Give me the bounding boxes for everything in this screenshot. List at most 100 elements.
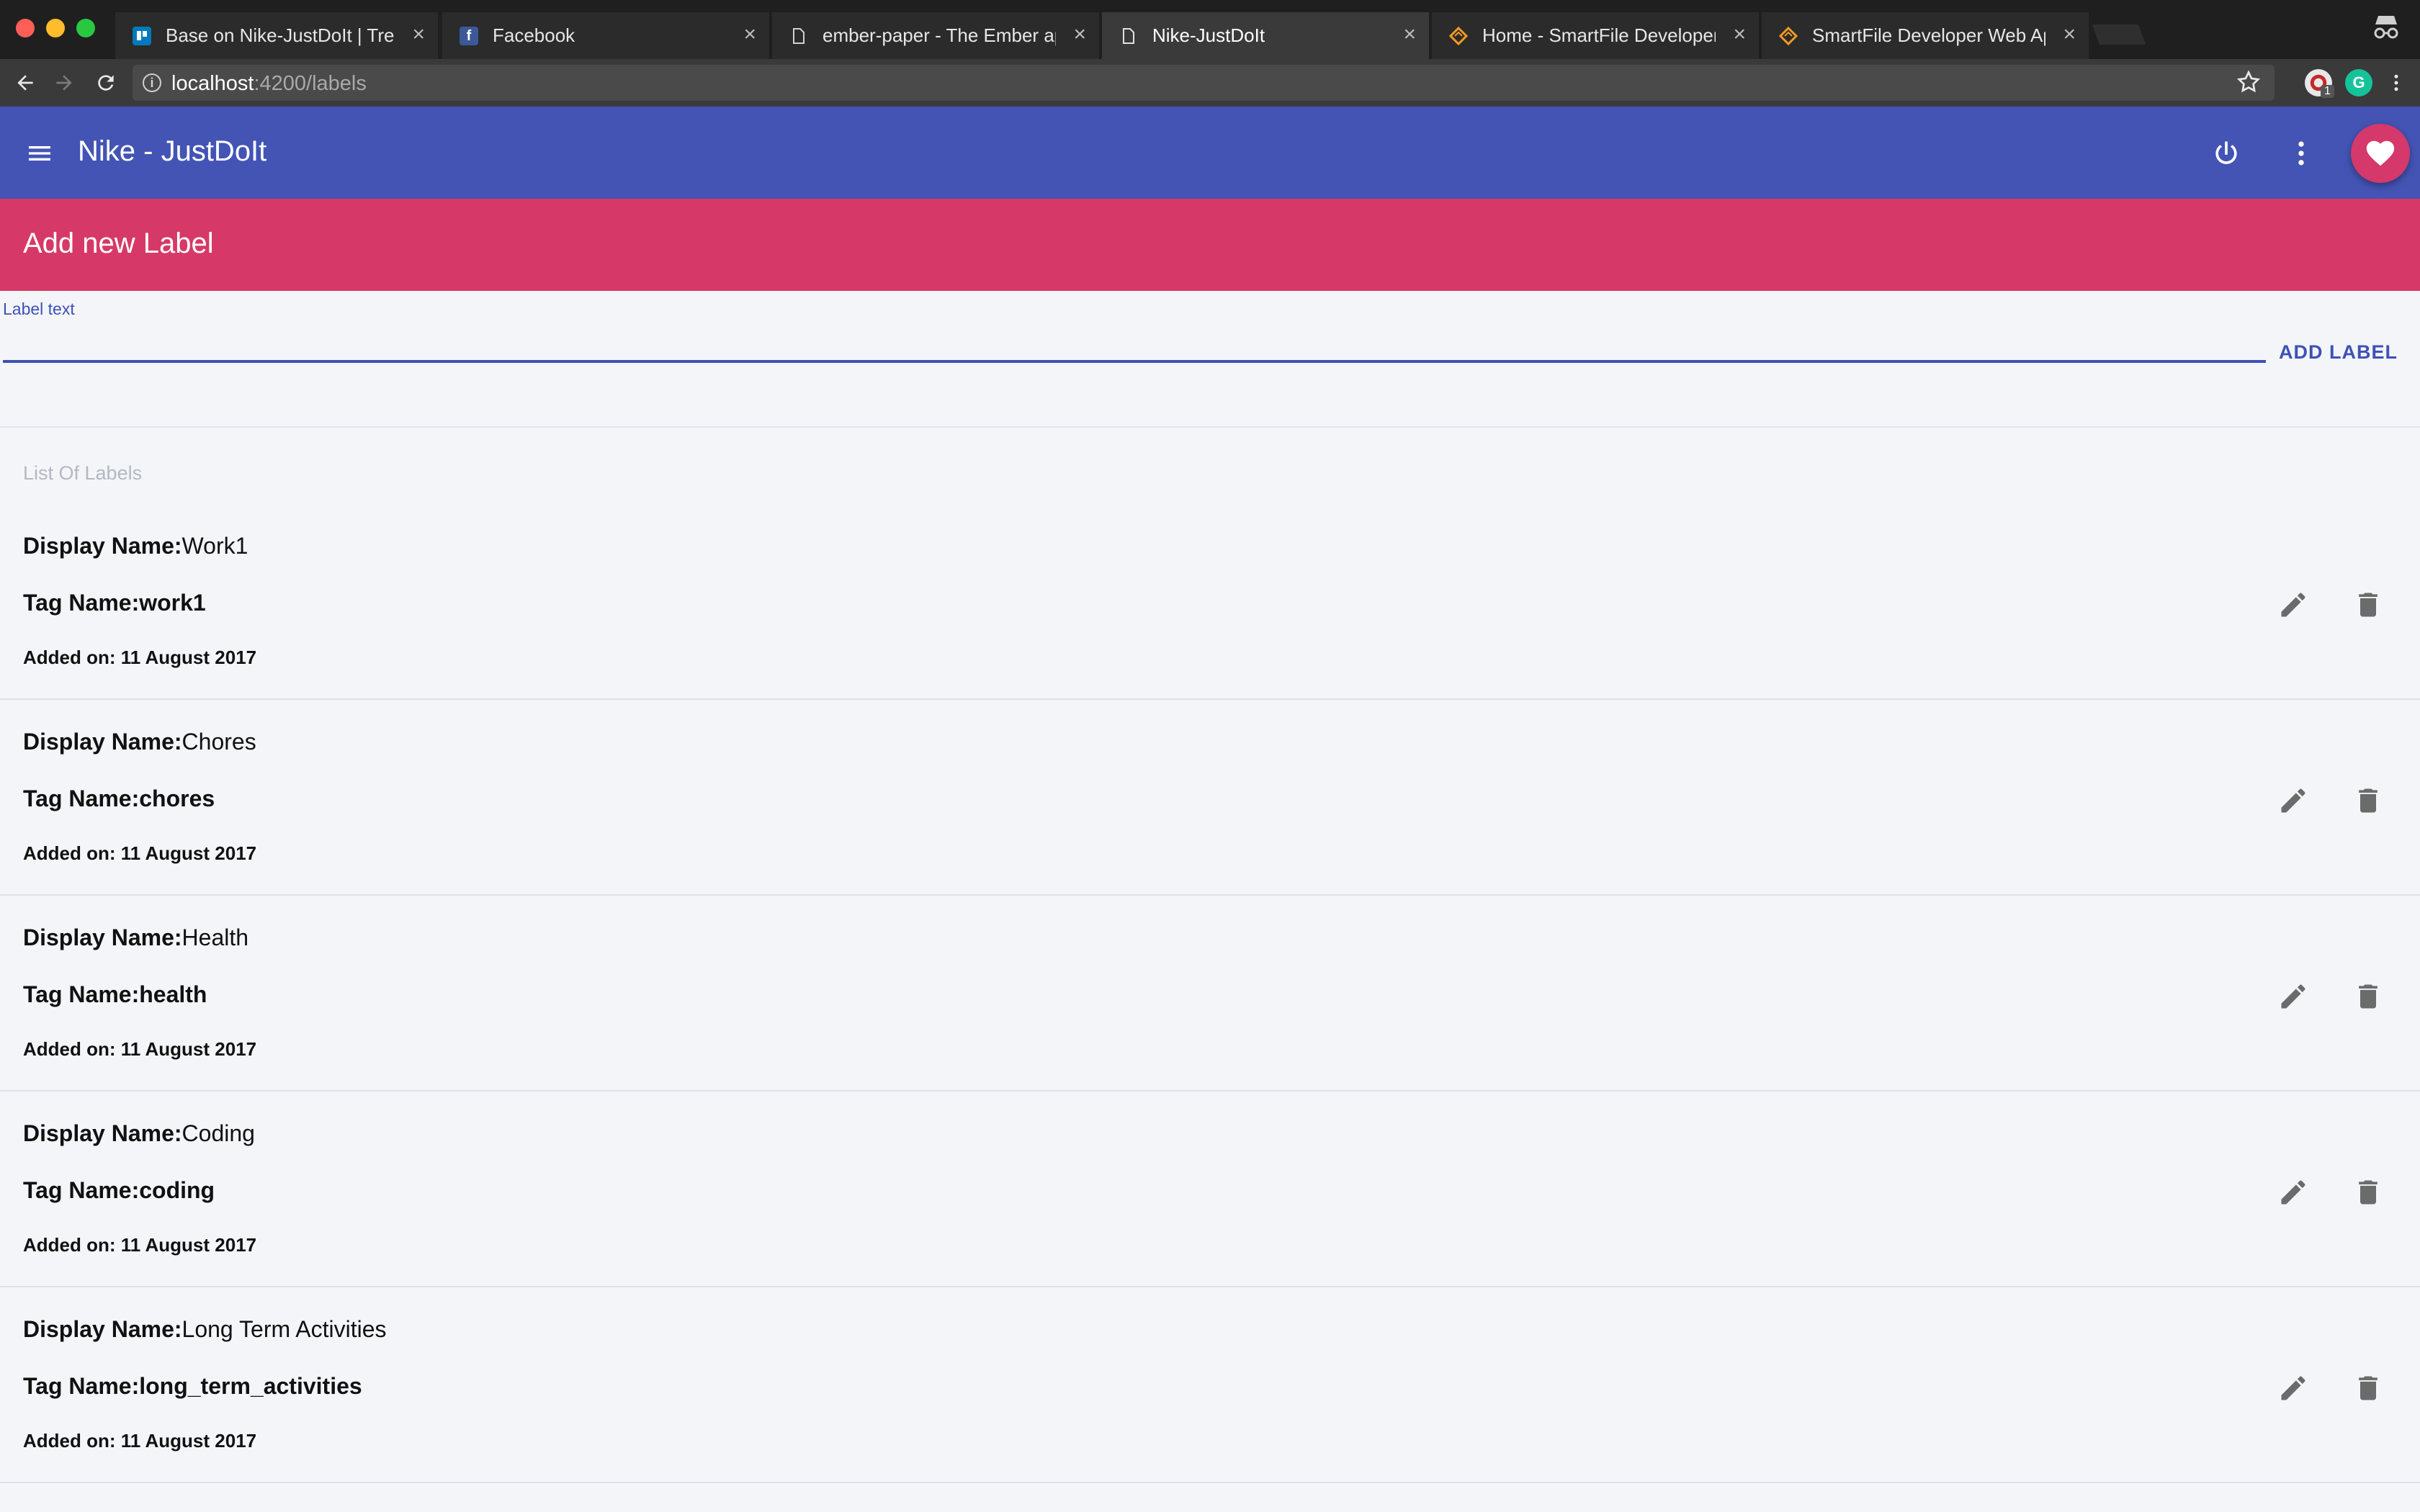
- close-icon[interactable]: ×: [1403, 22, 1416, 47]
- delete-button[interactable]: [2347, 779, 2390, 822]
- close-icon[interactable]: ×: [1073, 22, 1086, 47]
- app-title: Nike - JustDoIt: [78, 135, 267, 167]
- grammarly-icon[interactable]: G: [2345, 69, 2372, 96]
- edit-button[interactable]: [2272, 1367, 2315, 1410]
- address-bar[interactable]: i localhost:4200/labels: [133, 65, 2275, 101]
- add-label-button[interactable]: ADD LABEL: [2279, 341, 2398, 364]
- close-icon[interactable]: ×: [412, 22, 425, 47]
- display-name-value: Work1: [182, 533, 248, 559]
- display-name: Display Name:Long Term Activities: [23, 1316, 387, 1343]
- zoom-window-button[interactable]: [76, 19, 95, 37]
- added-on: Added on: 11 August 2017: [23, 1430, 256, 1452]
- pencil-icon: [2281, 1180, 2305, 1205]
- tag-name-prefix: Tag Name:: [23, 590, 140, 616]
- close-icon[interactable]: ×: [1733, 22, 1746, 47]
- reload-icon: [98, 75, 114, 91]
- tag-name: Tag Name:coding: [23, 1177, 215, 1204]
- reload-button[interactable]: [91, 68, 121, 98]
- back-button[interactable]: [10, 68, 40, 98]
- delete-button[interactable]: [2347, 1367, 2390, 1410]
- list-item: Display Name:Chores Tag Name:chores Adde…: [0, 700, 2420, 896]
- tab-title: Base on Nike-JustDoIt | Trello: [166, 24, 395, 46]
- tag-name-value: work1: [139, 590, 206, 616]
- page-icon: [789, 27, 808, 45]
- menu-button[interactable]: [22, 135, 58, 171]
- minimize-window-button[interactable]: [46, 19, 65, 37]
- display-name-value: Health: [182, 924, 249, 950]
- more-vertical-icon: [2394, 74, 2398, 91]
- trash-icon: [2359, 1376, 2378, 1400]
- app-toolbar: Nike - JustDoIt: [0, 107, 2420, 199]
- pencil-icon: [2281, 788, 2305, 813]
- edit-button[interactable]: [2272, 583, 2315, 626]
- trash-icon: [2359, 1180, 2378, 1205]
- close-icon[interactable]: ×: [2063, 22, 2076, 47]
- smartfile-icon: [1449, 27, 1468, 45]
- tab-title: Nike-JustDoIt: [1152, 24, 1265, 46]
- arrow-right-icon: [56, 75, 72, 91]
- added-on-value: 11 August 2017: [120, 1234, 257, 1256]
- app-more-button[interactable]: [2282, 134, 2321, 173]
- add-label-banner: Add new Label: [0, 199, 2420, 291]
- display-name: Display Name:Work1: [23, 533, 248, 559]
- label-text-field-label: Label text: [3, 300, 75, 318]
- edit-button[interactable]: [2272, 975, 2315, 1018]
- display-name-prefix: Display Name:: [23, 924, 182, 950]
- added-on-value: 11 August 2017: [120, 1430, 257, 1452]
- tag-name-prefix: Tag Name:: [23, 786, 140, 811]
- tab-ember-paper[interactable]: ember-paper - The Ember app ×: [772, 12, 1099, 59]
- browser-tab-strip: Base on Nike-JustDoIt | Trello × f Faceb…: [0, 0, 2420, 59]
- tag-name-value: coding: [139, 1177, 215, 1203]
- forward-button[interactable]: [49, 68, 79, 98]
- trash-icon: [2359, 788, 2378, 813]
- labels-list: Display Name:Work1 Tag Name:work1 Added …: [0, 504, 2420, 1483]
- added-on: Added on: 11 August 2017: [23, 842, 256, 865]
- smartfile-icon: [1779, 27, 1798, 45]
- label-text-input[interactable]: [3, 320, 2266, 363]
- tab-nike-justdoit[interactable]: Nike-JustDoIt ×: [1102, 12, 1429, 59]
- tag-name-prefix: Tag Name:: [23, 1177, 140, 1203]
- display-name-value: Long Term Activities: [182, 1316, 387, 1342]
- favorite-fab-button[interactable]: [2351, 124, 2410, 183]
- delete-button[interactable]: [2347, 583, 2390, 626]
- display-name-prefix: Display Name:: [23, 1120, 182, 1146]
- close-window-button[interactable]: [16, 19, 35, 37]
- tag-name: Tag Name:chores: [23, 786, 215, 812]
- tab-title: SmartFile Developer Web App: [1812, 24, 2045, 46]
- added-on-prefix: Added on:: [23, 1430, 121, 1452]
- trello-icon: [133, 27, 151, 45]
- delete-button[interactable]: [2347, 1171, 2390, 1214]
- added-on-value: 11 August 2017: [120, 1038, 257, 1060]
- close-icon[interactable]: ×: [743, 22, 756, 47]
- tab-smartfile-home[interactable]: Home - SmartFile Developers ×: [1432, 12, 1759, 59]
- display-name-prefix: Display Name:: [23, 1316, 182, 1342]
- added-on-prefix: Added on:: [23, 842, 121, 864]
- pencil-icon: [2281, 593, 2305, 617]
- edit-button[interactable]: [2272, 1171, 2315, 1214]
- added-on-prefix: Added on:: [23, 1038, 121, 1060]
- tag-name-value: health: [139, 981, 207, 1007]
- browser-menu-button[interactable]: [2381, 68, 2411, 98]
- display-name-prefix: Display Name:: [23, 729, 182, 755]
- new-tab-button[interactable]: [2092, 24, 2146, 45]
- info-icon[interactable]: i: [143, 73, 161, 92]
- edit-button[interactable]: [2272, 779, 2315, 822]
- heart-icon: [2366, 140, 2395, 166]
- url-text[interactable]: localhost:4200/labels: [171, 72, 367, 96]
- added-on-value: 11 August 2017: [120, 842, 257, 864]
- display-name-value: Chores: [182, 729, 256, 755]
- tab-smartfile-webapp[interactable]: SmartFile Developer Web App ×: [1762, 12, 2089, 59]
- url-host: localhost: [171, 72, 254, 95]
- logout-button[interactable]: [2207, 134, 2246, 173]
- tag-name-value: long_term_activities: [139, 1373, 362, 1399]
- bookmark-star-icon[interactable]: [2236, 69, 2262, 99]
- list-item: Display Name:Health Tag Name:health Adde…: [0, 896, 2420, 1092]
- display-name: Display Name:Chores: [23, 729, 256, 755]
- tag-name: Tag Name:long_term_activities: [23, 1373, 362, 1400]
- tab-facebook[interactable]: f Facebook ×: [442, 12, 769, 59]
- added-on-prefix: Added on:: [23, 1234, 121, 1256]
- delete-button[interactable]: [2347, 975, 2390, 1018]
- tab-trello[interactable]: Base on Nike-JustDoIt | Trello ×: [115, 12, 438, 59]
- extension-badge: 1: [2321, 85, 2334, 98]
- hamburger-menu-icon: [29, 146, 50, 161]
